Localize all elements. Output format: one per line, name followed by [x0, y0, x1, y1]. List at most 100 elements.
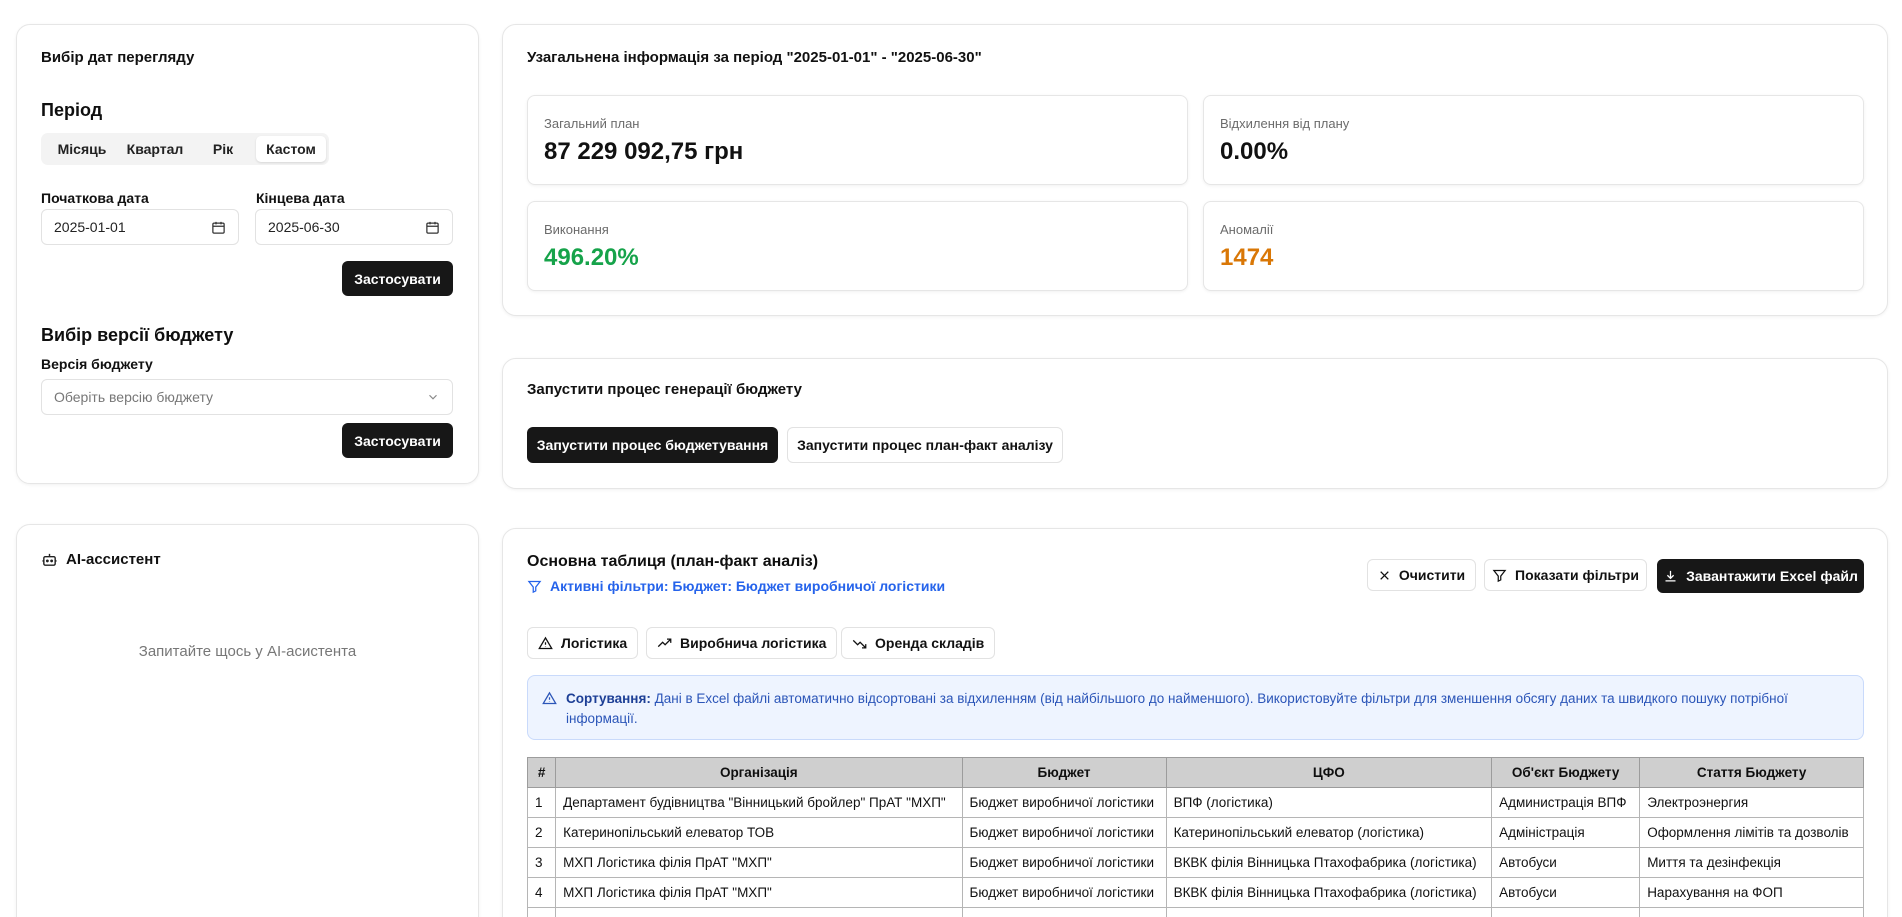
ai-assistant-card [16, 524, 479, 917]
budget-version-heading: Вибір версії бюджету [41, 325, 234, 345]
calendar-icon[interactable] [425, 220, 440, 235]
ai-assistant-header: AI-ассистент [41, 551, 161, 568]
start-plan-fact-button[interactable]: Запустити процес план-факт аналізу [787, 427, 1063, 463]
generation-title: Запустити процес генерації бюджету [527, 381, 802, 398]
chip-label: Оренда складів [875, 635, 985, 651]
start-budgeting-button[interactable]: Запустити процес бюджетування [527, 427, 778, 463]
chip-label: Виробнича логістика [680, 635, 827, 651]
stat-value: 496.20% [544, 244, 639, 271]
chip-production-logistics[interactable]: Виробнича логістика [646, 627, 838, 659]
stat-total-plan: Загальний план 87 229 092,75 грн [527, 95, 1188, 185]
apply-budget-button[interactable]: Застосувати [342, 423, 453, 458]
table-row: 3 МХП Логістика філія ПрАТ "МХП" Бюджет … [527, 847, 1864, 878]
alert-triangle-icon [542, 691, 557, 706]
close-icon [1378, 569, 1391, 582]
download-excel-button[interactable]: Завантажити Excel файл [1657, 559, 1864, 593]
table-cell [1639, 907, 1864, 917]
download-icon [1663, 569, 1678, 584]
plan-fact-table: # Організація Бюджет ЦФО Об'єкт Бюджету … [527, 757, 1864, 917]
stat-deviation: Відхилення від плану 0.00% [1203, 95, 1864, 185]
start-date-value: 2025-01-01 [54, 219, 126, 235]
table-cell: 3 [527, 847, 557, 878]
start-date-input[interactable]: 2025-01-01 [41, 209, 239, 245]
end-date-input[interactable]: 2025-06-30 [255, 209, 453, 245]
clear-label: Очистити [1398, 567, 1466, 583]
table-cell: 1 [527, 787, 557, 818]
table-cell: Автобуси [1491, 847, 1641, 878]
table-row: 1 Департамент будівництва "Вінницький бр… [527, 787, 1864, 818]
table-cell: Катеринопільський елеватор (логістика) [1165, 817, 1493, 848]
tab-quarter[interactable]: Квартал [120, 136, 190, 162]
table-cell: Бюджет виробничої логістики [961, 847, 1167, 878]
chip-logistics[interactable]: Логістика [527, 627, 639, 659]
chevron-down-icon [426, 390, 440, 404]
generation-card [502, 358, 1888, 489]
filter-icon [1492, 568, 1507, 583]
column-header[interactable]: Об'єкт Бюджету [1491, 757, 1641, 788]
apply-dates-button[interactable]: Застосувати [342, 261, 453, 296]
table-cell [1165, 907, 1493, 917]
table-row: 4 МХП Логістика філія ПрАТ "МХП" Бюджет … [527, 877, 1864, 908]
stat-caption: Аномалії [1220, 222, 1274, 237]
column-header[interactable]: Бюджет [961, 757, 1167, 788]
budget-version-label: Версія бюджету [41, 356, 153, 372]
ai-assistant-placeholder: Запитайте щось у AI-асистента [138, 643, 357, 660]
table-cell [527, 907, 557, 917]
table-row [527, 907, 1864, 917]
show-filters-button[interactable]: Показати фільтри [1484, 559, 1647, 591]
table-cell: МХП Логістика філія ПрАТ "МХП" [555, 877, 963, 908]
download-label: Завантажити Excel файл [1686, 568, 1858, 584]
table-cell: Бюджет виробничої логістики [961, 877, 1167, 908]
period-heading: Період [41, 100, 103, 120]
tab-year[interactable]: Рік [190, 136, 256, 162]
chip-warehouse-rent[interactable]: Оренда складів [841, 627, 996, 659]
column-header[interactable]: Організація [555, 757, 963, 788]
table-cell: Адміністрація [1491, 817, 1641, 848]
stat-execution: Виконання 496.20% [527, 201, 1188, 291]
table-cell: МХП Логістика філія ПрАТ "МХП" [555, 847, 963, 878]
table-cell [961, 907, 1167, 917]
table-cell: 4 [527, 877, 557, 908]
sorting-info-label: Сортування: [566, 691, 651, 706]
alert-triangle-icon [538, 636, 553, 651]
filter-icon [527, 579, 542, 594]
stat-value: 1474 [1220, 244, 1274, 271]
budget-version-placeholder: Оберіть версію бюджету [54, 389, 214, 405]
stat-caption: Загальний план [544, 116, 640, 131]
table-cell [555, 907, 963, 917]
main-table-title: Основна таблиця (план-факт аналіз) [527, 553, 819, 570]
calendar-icon[interactable] [211, 220, 226, 235]
period-tabs: Місяць Квартал Рік Кастом [41, 133, 329, 165]
table-cell: 2 [527, 817, 557, 848]
column-header[interactable]: ЦФО [1165, 757, 1493, 788]
clear-button[interactable]: Очистити [1367, 559, 1476, 591]
date-selection-title: Вибір дат перегляду [41, 49, 195, 66]
stat-caption: Відхилення від плану [1220, 116, 1350, 131]
trending-down-icon [852, 636, 867, 651]
date-selection-card [16, 24, 479, 484]
tab-month[interactable]: Місяць [44, 136, 120, 162]
summary-title: Узагальнена інформація за період "2025-0… [527, 49, 982, 66]
chip-label: Логістика [561, 635, 628, 651]
tab-custom[interactable]: Кастом [256, 136, 326, 162]
table-cell: Департамент будівництва "Вінницький брой… [555, 787, 963, 818]
sorting-info-banner: Сортування: Дані в Excel файлі автоматич… [527, 675, 1864, 740]
sorting-info-text: Дані в Excel файлі автоматично відсортов… [566, 691, 1788, 726]
start-date-label: Початкова дата [41, 190, 149, 206]
stat-caption: Виконання [544, 222, 609, 237]
table-cell: Электроэнергия [1639, 787, 1864, 818]
budget-version-select[interactable]: Оберіть версію бюджету [41, 379, 453, 415]
table-header-row: # Організація Бюджет ЦФО Об'єкт Бюджету … [527, 757, 1864, 788]
table-cell [1491, 907, 1641, 917]
ai-assistant-title: AI-ассистент [66, 551, 161, 568]
bot-icon [41, 551, 58, 568]
plan-fact-table-wrapper[interactable]: # Організація Бюджет ЦФО Об'єкт Бюджету … [527, 757, 1864, 917]
table-cell: Бюджет виробничої логістики [961, 787, 1167, 818]
table-cell: Миття та дезінфекція [1639, 847, 1864, 878]
column-header[interactable]: Стаття Бюджету [1639, 757, 1864, 788]
table-cell: Администрація ВПФ [1491, 787, 1641, 818]
table-cell: ВКВК філія Вінницька Птахофабрика (логіс… [1165, 877, 1493, 908]
table-cell: ВПФ (логістика) [1165, 787, 1493, 818]
stat-anomalies: Аномалії 1474 [1203, 201, 1864, 291]
column-header[interactable]: # [527, 757, 557, 788]
